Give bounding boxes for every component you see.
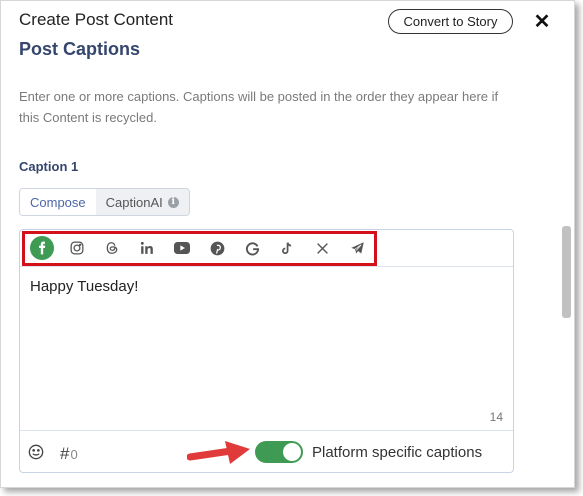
hashtag-button[interactable]: # 0 [60,444,78,464]
editor-footer: # 0 Platform specific captions [20,430,513,474]
close-icon[interactable]: ✕ [531,10,553,33]
caption-editor: Happy Tuesday! 14 # 0 Platform specific … [19,229,514,473]
red-arrow-annotation [187,441,250,464]
platform-specific-label: Platform specific captions [312,444,483,461]
emoji-icon[interactable] [28,444,44,465]
platform-highlight-box [22,231,377,266]
character-count: 14 [489,410,503,424]
tab-captionai-label: CaptionAI [105,194,163,210]
tab-captionai[interactable]: CaptionAI i [95,189,189,215]
dialog-title: Create Post Content [19,10,174,29]
description-text: Enter one or more captions. Captions wil… [19,89,499,125]
scrollbar[interactable] [562,226,571,318]
convert-to-story-button[interactable]: Convert to Story [388,9,513,34]
caption-tabs: Compose CaptionAI i [19,188,190,216]
toggle-knob [283,443,301,461]
hashtag-icon: # [60,444,70,463]
caption-text[interactable]: Happy Tuesday! [30,278,138,295]
tab-compose[interactable]: Compose [20,189,96,215]
platform-specific-toggle[interactable] [255,441,303,463]
hashtag-count: 0 [70,446,78,462]
info-icon: i [167,196,179,208]
section-title: Post Captions [19,39,141,59]
platform-toolbar [20,230,513,267]
tab-compose-label: Compose [30,194,86,210]
caption-label: Caption 1 [19,159,79,174]
dialog: Create Post Content Convert to Story ✕ P… [0,0,575,488]
